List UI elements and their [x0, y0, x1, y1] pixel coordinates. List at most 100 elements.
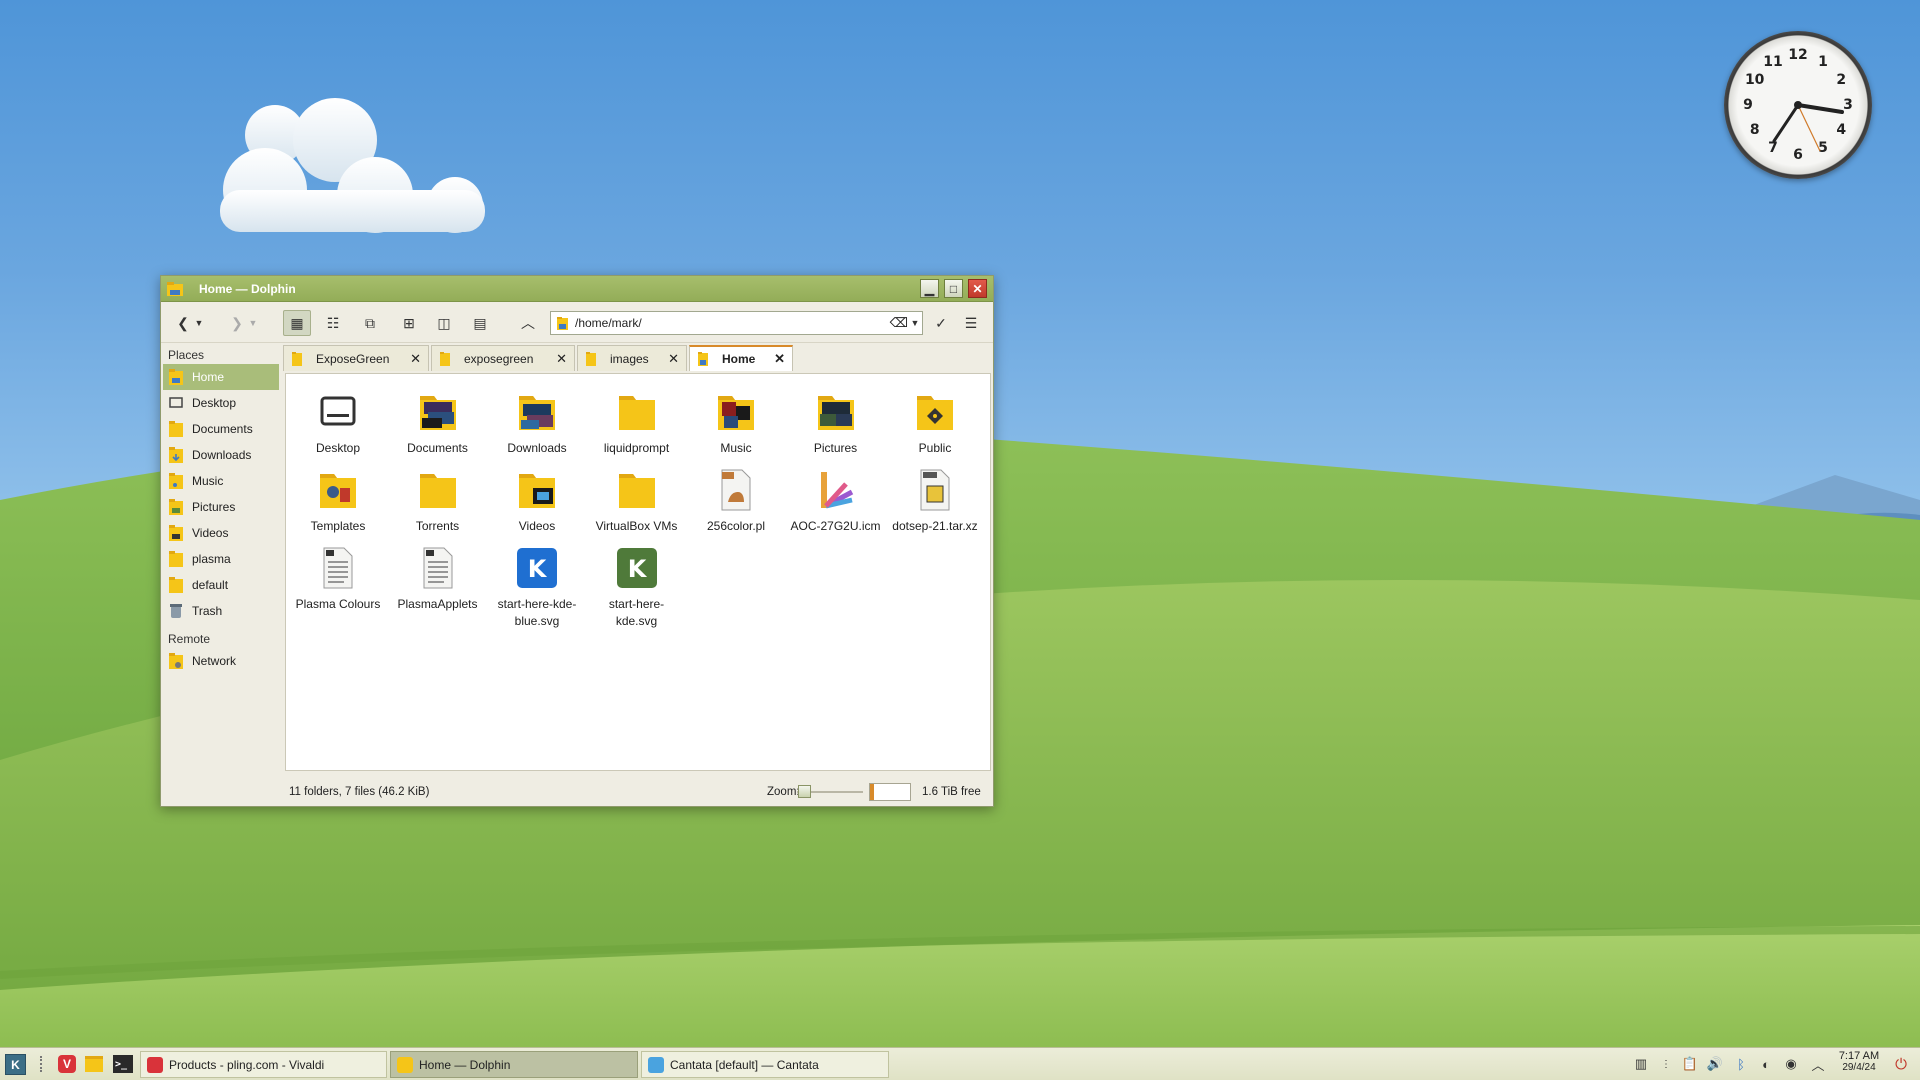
location-history-dropdown[interactable]: ▼ [906, 310, 924, 336]
file-item[interactable]: Music [688, 388, 784, 457]
tab-exposegreen[interactable]: ExposeGreen ✕ [283, 345, 429, 371]
tab-images[interactable]: images ✕ [577, 345, 687, 371]
konsole-launcher[interactable]: >_ [113, 1055, 133, 1073]
show-hidden-icons-button[interactable]: ︿ [1810, 1056, 1826, 1073]
kde-green-icon: K [613, 544, 661, 592]
window-title: Home — Dolphin [199, 281, 296, 296]
sidebar-item-videos[interactable]: Videos [163, 520, 279, 546]
home-folder-icon [169, 369, 183, 385]
dolphin-launcher[interactable] [85, 1056, 103, 1072]
minimize-button[interactable]: ▁ [920, 279, 939, 298]
file-item[interactable]: Templates [290, 466, 386, 535]
taskbar-task[interactable]: Cantata [default] — Cantata [641, 1051, 889, 1078]
tab-home[interactable]: Home ✕ [689, 345, 793, 371]
sidebar-item-documents[interactable]: Documents [163, 416, 279, 442]
file-view[interactable]: Desktop Documents Downloads liquidprompt Mus… [285, 373, 991, 771]
places-panel: Places Home Desktop Documents Downloads Musi… [163, 344, 279, 777]
tab-exposegreen[interactable]: exposegreen ✕ [431, 345, 575, 371]
sidebar-item-music[interactable]: Music [163, 468, 279, 494]
file-item[interactable]: dotsep-21.tar.xz [887, 466, 983, 535]
file-item[interactable]: PlasmaApplets [390, 544, 486, 613]
application-launcher-button[interactable]: K [5, 1054, 26, 1075]
sidebar-item-label: Videos [192, 526, 229, 540]
window-titlebar[interactable]: Home — Dolphin ▁ □ ✕ [161, 276, 993, 302]
close-tab-icon[interactable]: ✕ [774, 351, 785, 367]
file-item[interactable]: liquidprompt [589, 388, 685, 457]
file-item[interactable]: Public [887, 388, 983, 457]
chevron-up-icon: ︿ [521, 315, 535, 331]
file-item[interactable]: Desktop [290, 388, 386, 457]
desktop-icon [169, 397, 183, 408]
file-item[interactable]: VirtualBox VMs [589, 466, 685, 535]
file-item[interactable]: Documents [390, 388, 486, 457]
sidebar-item-plasma[interactable]: plasma [163, 546, 279, 572]
file-item[interactable]: Kstart-here-kde.svg [589, 544, 685, 630]
close-window-button[interactable]: ✕ [968, 279, 987, 298]
up-button[interactable]: ︿ [514, 310, 542, 336]
analog-clock-widget[interactable]: 11 10 9 8 7 6 5 4 3 2 1 12 [1724, 31, 1872, 179]
sidebar-item-trash[interactable]: Trash [163, 598, 279, 624]
downloads-folder-icon [513, 388, 561, 436]
location-bar[interactable]: /home/mark/ ⌫ [550, 311, 923, 335]
vivaldi-icon [147, 1056, 163, 1073]
back-history-dropdown[interactable]: ▼ [191, 310, 207, 336]
file-item[interactable]: Kstart-here-kde-blue.svg [489, 544, 585, 630]
power-icon[interactable]: ⏻ [1893, 1056, 1909, 1073]
zoom-slider[interactable] [797, 785, 863, 798]
compact-view-button[interactable]: ☷ [319, 310, 347, 336]
file-item[interactable]: Torrents [390, 466, 486, 535]
details-view-button[interactable]: ⧉ [356, 310, 384, 336]
close-tab-icon[interactable]: ✕ [556, 351, 567, 367]
forward-history-dropdown[interactable]: ▼ [245, 310, 261, 336]
file-item[interactable]: AOC-27G2U.icm [788, 466, 884, 535]
close-tab-icon[interactable]: ✕ [668, 351, 679, 367]
caret-down-icon: ▼ [248, 318, 258, 328]
sidebar-item-desktop[interactable]: Desktop [163, 390, 279, 416]
file-name: Downloads [507, 441, 567, 455]
zoom-slider-handle[interactable] [798, 785, 812, 798]
sidebar-item-home[interactable]: Home [163, 364, 279, 390]
compact-view-icon: ☷ [326, 314, 340, 331]
location-path: /home/mark/ [575, 316, 642, 330]
hamburger-menu-button[interactable]: ☰ [957, 310, 985, 336]
split-view-button[interactable]: ◫ [430, 310, 458, 336]
taskbar-task[interactable]: Home — Dolphin [390, 1051, 638, 1078]
tray-notes-icon[interactable]: ▥ [1633, 1056, 1649, 1072]
preview-button[interactable]: ▤ [466, 310, 494, 336]
file-item[interactable]: Plasma Colours [290, 544, 386, 613]
svg-text:K: K [627, 555, 647, 583]
tray-grip-icon[interactable]: ⋮ [1658, 1056, 1674, 1072]
network-icon[interactable]: ◉ [1783, 1056, 1799, 1072]
bluetooth-icon[interactable]: ᛒ [1733, 1056, 1749, 1072]
videos-folder-icon [513, 466, 561, 514]
file-name: VirtualBox VMs [595, 519, 678, 533]
perl-file-icon [712, 466, 760, 514]
task-label: Products - pling.com - Vivaldi [169, 1057, 325, 1072]
sidebar-item-network[interactable]: Network [163, 648, 279, 674]
sidebar-item-pictures[interactable]: Pictures [163, 494, 279, 520]
home-folder-icon [557, 317, 568, 330]
maximize-button[interactable]: □ [944, 279, 963, 298]
close-tab-icon[interactable]: ✕ [410, 351, 421, 367]
icons-view-button[interactable]: ▦ [283, 310, 311, 336]
status-bar: 11 folders, 7 files (46.2 KiB) Zoom: 1.6… [285, 778, 989, 806]
sidebar-item-label: Pictures [192, 500, 236, 514]
sidebar-item-default[interactable]: default [163, 572, 279, 598]
archive-icon [911, 466, 959, 514]
sidebar-item-downloads[interactable]: Downloads [163, 442, 279, 468]
new-tab-button[interactable]: ⊞ [395, 310, 423, 336]
brightness-icon[interactable]: ◐ [1758, 1056, 1774, 1072]
digital-clock[interactable]: 7:17 AM 29/4/24 [1834, 1051, 1884, 1074]
volume-icon[interactable]: 🔊 [1707, 1056, 1723, 1072]
clipboard-icon[interactable]: 📋 [1682, 1056, 1698, 1072]
file-item[interactable]: Downloads [489, 388, 585, 457]
taskbar-task[interactable]: Products - pling.com - Vivaldi [140, 1051, 387, 1078]
confirm-location-button[interactable]: ✓ [927, 310, 955, 336]
panel-grip[interactable] [40, 1056, 44, 1072]
vivaldi-launcher[interactable]: V [58, 1055, 76, 1073]
minimize-icon: ▁ [924, 281, 935, 296]
file-item[interactable]: Pictures [788, 388, 884, 457]
file-item[interactable]: 256color.pl [688, 466, 784, 535]
clock-date: 29/4/24 [1842, 1062, 1876, 1073]
file-item[interactable]: Videos [489, 466, 585, 535]
